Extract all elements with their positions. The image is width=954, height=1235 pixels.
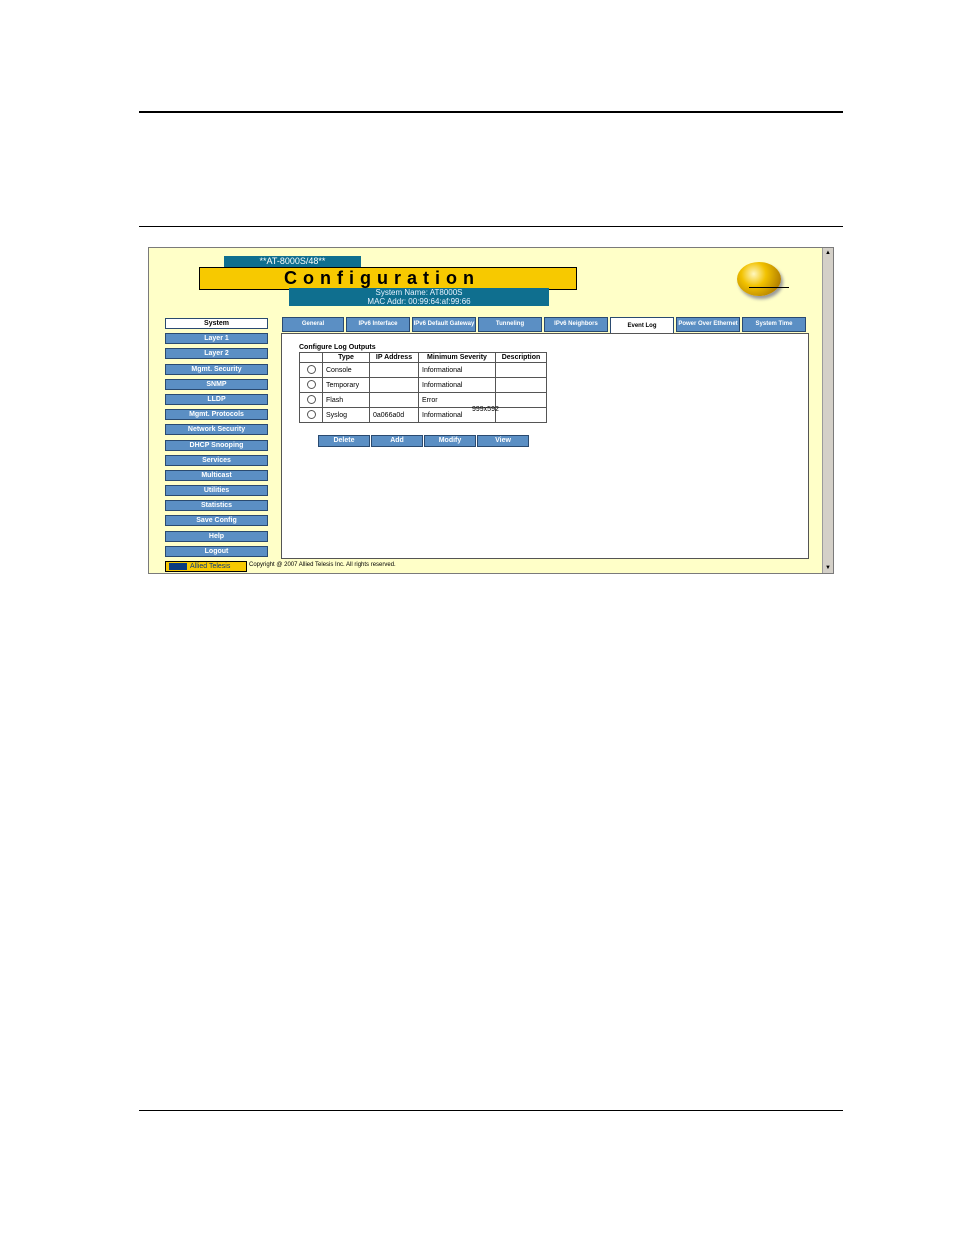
row-select-radio[interactable]: [306, 364, 316, 374]
logo-underline: [749, 287, 789, 288]
sidebar-item-utilities[interactable]: Utilities: [165, 485, 268, 497]
device-name-label: **AT-8000S/48**: [224, 256, 361, 267]
delete-button[interactable]: Delete: [318, 435, 370, 447]
description-cell: [495, 392, 547, 408]
scroll-down-arrow-icon[interactable]: ▼: [824, 564, 832, 572]
row-select-radio[interactable]: [306, 394, 316, 404]
bottom-rule: [139, 1110, 843, 1111]
top-rule: [139, 111, 843, 113]
sidebar-item-statistics[interactable]: Statistics: [165, 500, 268, 512]
type-column-header: Type: [322, 352, 370, 363]
scroll-up-arrow-icon[interactable]: ▲: [824, 249, 832, 257]
sidebar-item-system[interactable]: System: [165, 318, 268, 329]
tab-ipv6-neighbors[interactable]: IPv6 Neighbors: [544, 317, 608, 332]
tab-general[interactable]: General: [282, 317, 344, 332]
system-info-box: System Name: AT8000S MAC Addr: 00:99:64:…: [289, 288, 549, 306]
type-cell: Console: [322, 362, 370, 378]
add-button[interactable]: Add: [371, 435, 423, 447]
tab-event-log[interactable]: Event Log: [610, 317, 674, 334]
sidebar-item-save-config[interactable]: Save Config: [165, 515, 268, 527]
title-bar: Configuration: [199, 267, 577, 290]
row-select-radio[interactable]: [306, 409, 316, 419]
description-column-header: Description: [495, 352, 547, 363]
table-row: Flash Error: [299, 392, 547, 408]
tab-system-time[interactable]: System Time: [742, 317, 806, 332]
sidebar-item-dhcp-snooping[interactable]: DHCP Snooping: [165, 439, 268, 451]
footer-logo-text: Allied Telesis: [190, 563, 231, 570]
sidebar-item-layer-2[interactable]: Layer 2: [165, 348, 268, 360]
table-row: Console Informational: [299, 362, 547, 378]
ip-cell: [369, 392, 419, 408]
sidebar-item-mgmt-protocols[interactable]: Mgmt. Protocols: [165, 409, 268, 421]
log-outputs-table: Type IP Address Minimum Severity Descrip…: [299, 352, 547, 423]
severity-cell: Informational: [418, 377, 496, 393]
view-button[interactable]: View: [477, 435, 529, 447]
tab-tunneling[interactable]: Tunneling: [478, 317, 542, 332]
type-cell: Syslog: [322, 407, 370, 423]
window-size-label: 999x592: [472, 406, 499, 413]
sidebar-item-mgmt-security[interactable]: Mgmt. Security: [165, 363, 268, 375]
row-select-radio[interactable]: [306, 379, 316, 389]
allied-telesis-logo-icon: [169, 563, 187, 570]
vertical-scrollbar[interactable]: ▲ ▼: [822, 248, 833, 573]
system-name-text: System Name: AT8000S: [375, 288, 463, 297]
table-row: Temporary Informational: [299, 377, 547, 393]
description-cell: [495, 407, 547, 423]
description-cell: [495, 362, 547, 378]
tab-power-over-ethernet[interactable]: Power Over Ethernet: [676, 317, 740, 332]
sidebar-item-lldp[interactable]: LLDP: [165, 393, 268, 405]
tab-ipv6-interface[interactable]: IPv6 Interface: [346, 317, 410, 332]
event-log-panel: Configure Log Outputs Type IP Address Mi…: [281, 333, 809, 559]
sidebar-item-services[interactable]: Services: [165, 454, 268, 466]
allied-telesis-logo: Allied Telesis: [165, 561, 247, 572]
sidebar-item-multicast[interactable]: Multicast: [165, 469, 268, 481]
sidebar-item-help[interactable]: Help: [165, 530, 268, 542]
section-title: Configure Log Outputs: [299, 344, 376, 351]
sidebar-item-snmp[interactable]: SNMP: [165, 378, 268, 390]
mac-address-text: MAC Addr: 00:99:64:af:99:66: [367, 297, 471, 306]
sidebar-item-logout[interactable]: Logout: [165, 545, 268, 557]
severity-column-header: Minimum Severity: [418, 352, 496, 363]
sidebar-item-network-security[interactable]: Network Security: [165, 424, 268, 436]
page-title: Configuration: [284, 268, 480, 288]
ip-cell: 0a066a0d: [369, 407, 419, 423]
type-cell: Flash: [322, 392, 370, 408]
severity-cell: Informational: [418, 362, 496, 378]
description-cell: [495, 377, 547, 393]
browser-frame: ▲ ▼ **AT-8000S/48** Configuration System…: [148, 247, 834, 574]
tab-ipv6-default-gateway[interactable]: IPv6 Default Gateway: [412, 317, 476, 332]
ip-column-header: IP Address: [369, 352, 419, 363]
sidebar-nav: System Layer 1 Layer 2 Mgmt. Security SN…: [165, 318, 268, 561]
select-column-header: [299, 352, 323, 363]
table-header-row: Type IP Address Minimum Severity Descrip…: [299, 352, 547, 363]
ip-cell: [369, 362, 419, 378]
copyright-text: Copyright @ 2007 Allied Telesis Inc. All…: [249, 562, 396, 568]
type-cell: Temporary: [322, 377, 370, 393]
ip-cell: [369, 377, 419, 393]
header-rule: [139, 226, 843, 227]
modify-button[interactable]: Modify: [424, 435, 476, 447]
sidebar-item-layer-1[interactable]: Layer 1: [165, 333, 268, 345]
table-row: Syslog 0a066a0d Informational: [299, 407, 547, 423]
globe-logo-icon: [737, 262, 781, 296]
